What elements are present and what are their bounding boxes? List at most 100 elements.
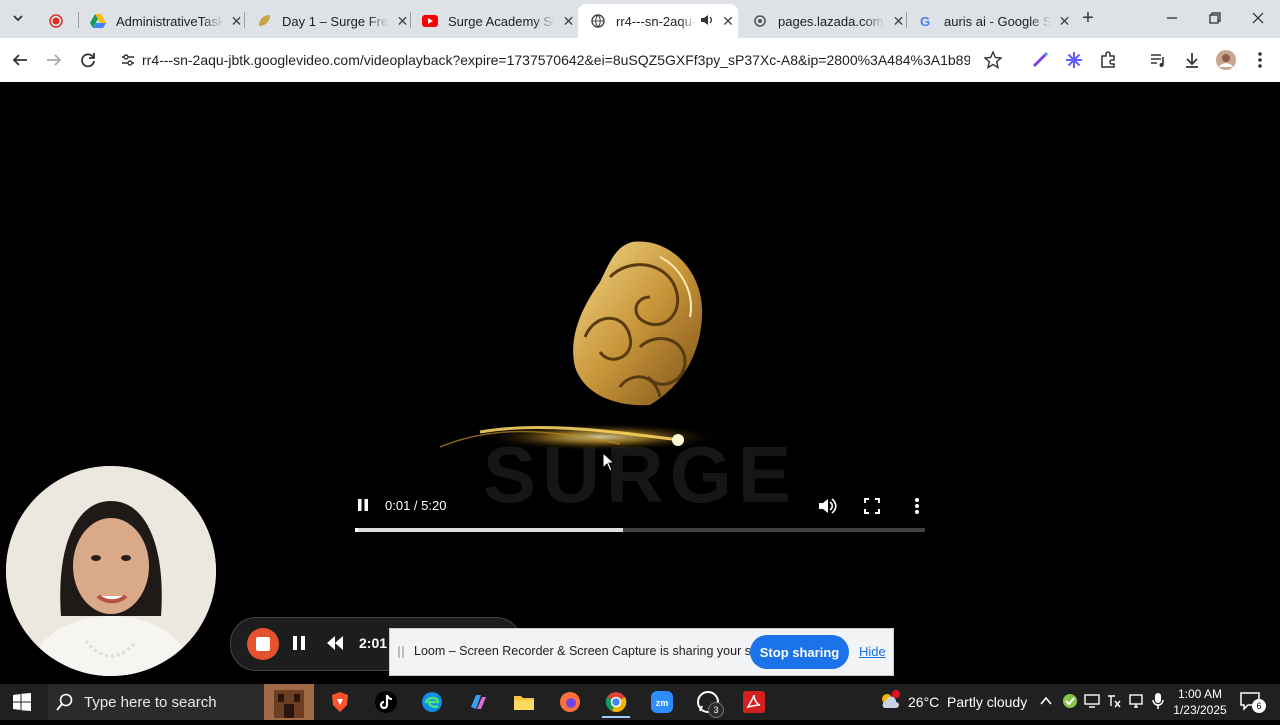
google-drive-icon [90,13,106,29]
edge-icon[interactable] [418,688,446,716]
video-time: 0:01 / 5:20 [385,498,447,513]
address-bar[interactable]: rr4---sn-2aqu-jbtk.googlevideo.com/video… [142,45,970,75]
close-tab-icon[interactable]: ✕ [720,13,736,30]
firefox-icon[interactable] [556,688,584,716]
tab-lazada[interactable]: pages.lazada.com.p ✕ [740,4,906,38]
zoom-icon[interactable]: zm [648,688,676,716]
loom-camera-bubble[interactable] [6,466,216,676]
svg-text:G: G [920,14,930,28]
network-icon[interactable] [1128,693,1144,714]
loom-extension-icon[interactable] [1062,48,1086,72]
tab-label: auris ai - Google Se [944,13,1052,29]
mouse-cursor-icon [602,452,616,472]
notifications-badge: 6 [1252,699,1266,713]
search-highlight-image [264,684,314,720]
clock-date: 1/23/2025 [1173,703,1227,717]
minimize-icon[interactable] [1160,6,1184,30]
svg-text:zm: zm [656,698,669,708]
google-icon: G [918,13,934,29]
close-window-icon[interactable] [1246,6,1270,30]
tab-record[interactable] [36,4,76,38]
video-progress-bar[interactable] [355,528,925,532]
drag-handle-icon[interactable] [398,645,404,659]
pause-icon[interactable] [354,496,372,514]
tab-strip: AdministrativeTask ✕ Day 1 – Surge Freel… [0,0,1280,38]
brave-icon[interactable] [326,688,354,716]
notifications-icon[interactable]: 6 [1240,691,1266,716]
tiktok-icon[interactable] [372,688,400,716]
extensions-puzzle-icon[interactable] [1096,48,1120,72]
tab-search-chevron-icon[interactable] [6,6,30,30]
close-tab-icon[interactable]: ✕ [395,13,410,30]
close-tab-icon[interactable]: ✕ [1057,13,1072,30]
browser-toolbar: rr4---sn-2aqu-jbtk.googlevideo.com/video… [0,38,1280,83]
surge-leaf-icon [256,13,272,29]
download-icon[interactable] [1180,48,1204,72]
speaker-icon[interactable] [700,13,714,30]
copilot-icon[interactable] [464,688,492,716]
pen-extension-icon[interactable] [1028,48,1052,72]
windows-start-icon[interactable] [8,688,36,716]
input-method-icon[interactable] [1106,693,1122,714]
pause-recording-icon[interactable] [291,634,307,657]
screen-sharing-banner: Loom – Screen Recorder & Screen Capture … [389,628,894,676]
tab-surge-academy[interactable]: Surge Academy Sig ✕ [410,4,576,38]
tab-videoplayback-active[interactable]: rr4---sn-2aqu-j ✕ [578,4,738,38]
surge-emblem [573,241,703,406]
forward-icon[interactable] [42,48,66,72]
whatsapp-badge: 3 [708,702,724,718]
record-icon [48,13,64,29]
youtube-icon [422,13,438,29]
show-hidden-icons-icon[interactable] [1039,694,1053,713]
tab-auris-ai[interactable]: G auris ai - Google Se ✕ [906,4,1072,38]
site-info-icon[interactable] [116,48,140,72]
weather-icon[interactable] [878,690,902,719]
clock[interactable]: 1:00 AM 1/23/2025 [1172,686,1228,718]
more-vert-icon[interactable] [910,497,924,515]
reload-icon[interactable] [76,48,100,72]
restore-icon[interactable] [1203,6,1227,30]
presenter-avatar [6,466,216,676]
file-explorer-icon[interactable] [510,688,538,716]
volume-icon[interactable] [817,496,837,516]
search-icon [56,693,73,711]
stop-sharing-button[interactable]: Stop sharing [750,635,849,669]
whatsapp-icon[interactable]: 3 [694,688,724,718]
stop-icon [256,637,270,651]
globe-icon [590,13,606,29]
progress-buffered [355,528,623,532]
stop-recording-button[interactable] [247,628,279,660]
tab-label: Surge Academy Sig [448,13,556,29]
weather-text: 26°C Partly cloudy [908,694,1028,710]
windows-taskbar: Type here to search zm 3 26°C Partly clo… [0,684,1280,720]
rewind-icon[interactable] [325,634,345,657]
recording-timer: 2:01 [359,635,388,651]
close-tab-icon[interactable]: ✕ [891,13,906,30]
media-controls-icon[interactable] [1146,48,1170,72]
tray-app-icon[interactable] [1062,693,1078,714]
monitor-icon[interactable] [1084,693,1100,714]
bookmark-star-icon[interactable] [981,48,1005,72]
clock-time: 1:00 AM [1177,687,1223,701]
acrobat-icon[interactable] [740,688,768,716]
fullscreen-icon[interactable] [863,497,881,515]
close-tab-icon[interactable]: ✕ [561,13,576,30]
progress-played [355,528,358,532]
search-placeholder: Type here to search [84,693,217,711]
tab-administrativetask[interactable]: AdministrativeTask ✕ [78,4,244,38]
tab-label: rr4---sn-2aqu-j [616,13,696,29]
tab-label: pages.lazada.com.p [778,13,886,29]
new-tab-icon[interactable]: + [1076,6,1100,30]
microphone-icon[interactable] [1151,692,1165,715]
tab-label: AdministrativeTask [116,13,224,29]
profile-avatar-icon[interactable] [1214,48,1238,72]
sharing-message: Loom – Screen Recorder & Screen Capture … [414,644,786,658]
close-tab-icon[interactable]: ✕ [229,13,244,30]
hide-sharing-link[interactable]: Hide [859,644,886,659]
tab-day1-surge[interactable]: Day 1 – Surge Freel ✕ [244,4,410,38]
back-icon[interactable] [8,48,32,72]
chrome-icon[interactable] [602,688,630,718]
taskbar-search-box[interactable]: Type here to search [48,684,314,720]
chrome-menu-icon[interactable] [1248,48,1272,72]
lazada-icon [752,13,768,29]
